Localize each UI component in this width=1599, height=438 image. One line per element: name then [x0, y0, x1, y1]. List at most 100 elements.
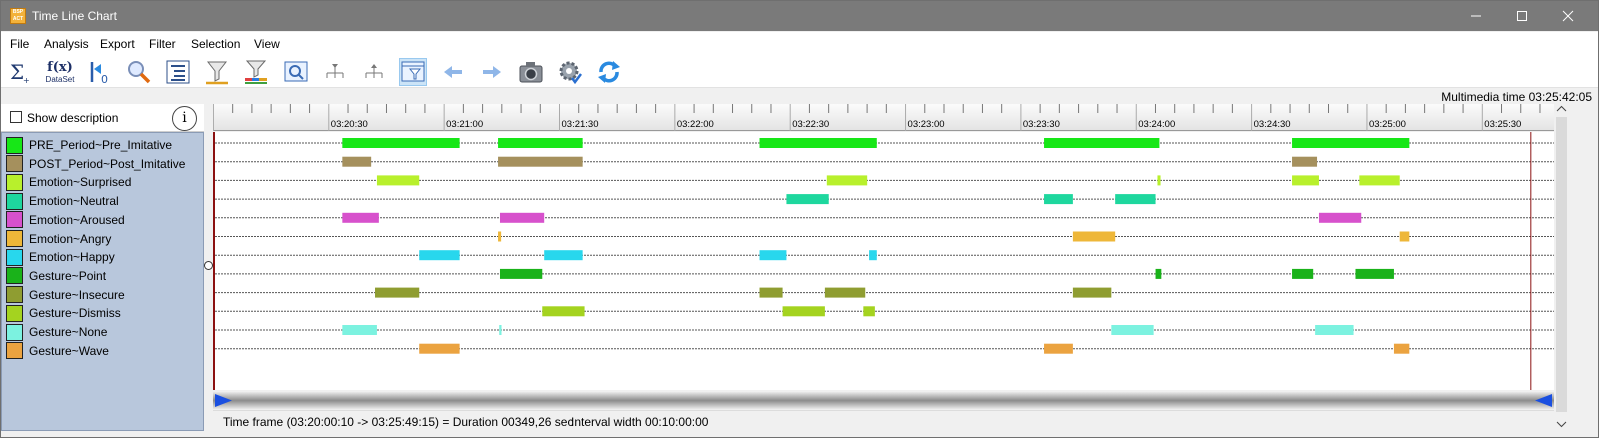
dataset-function-button[interactable]: f(x) DataSet: [45, 58, 75, 86]
status-bar: Time frame (03:20:00:10 -> 03:25:49:15) …: [213, 410, 1554, 431]
legend-swatch: [6, 230, 23, 247]
tree-list-button[interactable]: [164, 58, 192, 86]
event-bar: [869, 250, 877, 261]
event-bar: [1292, 138, 1410, 148]
event-bar: [782, 306, 825, 317]
time-scrollbar[interactable]: [213, 391, 1554, 410]
info-button[interactable]: i: [172, 106, 197, 131]
maximize-icon: [1517, 11, 1527, 21]
next-button[interactable]: [478, 58, 506, 86]
legend-item[interactable]: Gesture~Wave: [6, 342, 109, 360]
legend-swatch: [6, 136, 23, 154]
left-panel: Show description i PRE_Period~Pre_Imitat…: [1, 104, 204, 431]
menu-export[interactable]: Export: [100, 37, 135, 51]
legend-item[interactable]: Emotion~Aroused: [6, 211, 125, 229]
legend-swatch: [6, 173, 23, 191]
legend-swatch: [6, 192, 23, 210]
statistics-icon: Σ+: [10, 60, 30, 85]
legend-label: PRE_Period~Pre_Imitative: [29, 138, 173, 152]
tree-expand-icon: [365, 64, 383, 78]
show-description-label[interactable]: Show description: [27, 111, 118, 125]
timeline-plot[interactable]: [213, 132, 1554, 390]
legend-item[interactable]: Gesture~None: [6, 323, 107, 341]
legend-item[interactable]: PRE_Period~Pre_Imitative: [6, 136, 172, 154]
statistics-button[interactable]: Σ +: [7, 58, 35, 86]
go-to-start-button[interactable]: 0: [86, 58, 114, 86]
ruler-tick-label: 03:22:30: [792, 119, 829, 130]
filter-view-icon: [401, 61, 425, 82]
svg-text:+: +: [23, 76, 30, 85]
zoom-button[interactable]: [125, 58, 153, 86]
filter-colors-icon: [245, 60, 267, 84]
scroll-thumb: [1556, 117, 1567, 412]
event-bar: [342, 138, 460, 148]
dataset-function-icon: f(x): [47, 59, 73, 75]
filter-colors-button[interactable]: [242, 58, 270, 86]
menu-file[interactable]: File: [10, 37, 29, 51]
menu-selection[interactable]: Selection: [191, 37, 240, 51]
event-bar: [1072, 287, 1112, 298]
timeline-chart: 03:20:30 03:21:00 03:21:30 03:22:00 03:22:30…: [213, 104, 1554, 410]
legend-swatch: [6, 342, 23, 360]
legend-item[interactable]: Emotion~Neutral: [6, 192, 119, 210]
dataset-label: DataSet: [45, 74, 75, 84]
legend-label: Gesture~Insecure: [29, 287, 125, 302]
legend-item[interactable]: Gesture~Dismiss: [6, 304, 121, 322]
legend-label: POST_Period~Post_Imitative: [29, 156, 186, 171]
legend-item[interactable]: Gesture~Insecure: [6, 286, 125, 304]
legend-label: Emotion~Surprised: [29, 175, 132, 190]
filter-button[interactable]: [203, 58, 231, 86]
event-bar: [1044, 194, 1073, 205]
event-bar: [499, 268, 543, 279]
legend-item[interactable]: Emotion~Surprised: [6, 173, 131, 191]
event-bar: [1044, 343, 1073, 354]
close-button[interactable]: [1545, 1, 1591, 31]
event-bar: [544, 250, 583, 261]
legend-swatch: [6, 155, 23, 173]
menu-view[interactable]: View: [254, 37, 280, 51]
svg-text:0: 0: [101, 73, 108, 85]
legend-item[interactable]: POST_Period~Post_Imitative: [6, 155, 185, 173]
minimize-button[interactable]: [1453, 1, 1499, 31]
ruler-tick-label: 03:24:30: [1254, 119, 1291, 130]
event-bar: [786, 194, 829, 205]
menu-analysis[interactable]: Analysis: [44, 37, 89, 51]
tree-collapse-icon: [326, 64, 344, 78]
event-bar: [1399, 231, 1410, 242]
legend-label: Gesture~Wave: [29, 343, 109, 358]
legend-item[interactable]: Emotion~Happy: [6, 248, 115, 266]
show-description-checkbox[interactable]: [10, 111, 22, 123]
info-icon: i: [182, 110, 187, 126]
legend-swatch: [6, 267, 23, 285]
vertical-scrollbar[interactable]: [1554, 104, 1569, 431]
legend-swatch: [6, 304, 23, 322]
menu-filter[interactable]: Filter: [149, 37, 176, 51]
maximize-button[interactable]: [1499, 1, 1545, 31]
event-bar: [1393, 343, 1410, 354]
event-bar: [419, 343, 460, 354]
tree-collapse-button[interactable]: [321, 58, 349, 86]
close-icon: [1562, 10, 1574, 22]
splitter-handle[interactable]: [204, 261, 213, 270]
event-bar: [1044, 138, 1160, 148]
ruler-tick-label: 03:23:30: [1023, 119, 1060, 130]
legend-label: Emotion~Neutral: [29, 194, 119, 209]
event-bar: [759, 287, 783, 298]
previous-button[interactable]: [439, 58, 467, 86]
event-bar: [826, 175, 868, 186]
scroll-start-handle-icon: [215, 394, 232, 407]
legend-item[interactable]: Emotion~Angry: [6, 230, 111, 248]
legend-label: Gesture~Dismiss: [29, 306, 121, 321]
legend-item[interactable]: Gesture~Point: [6, 267, 106, 285]
go-to-start-icon: 0: [90, 62, 108, 85]
snapshot-button[interactable]: [517, 58, 545, 86]
ruler-tick-label: 03:24:00: [1138, 119, 1175, 130]
tree-expand-button[interactable]: [360, 58, 388, 86]
filter-view-button[interactable]: [399, 58, 427, 86]
event-bar: [419, 250, 460, 261]
refresh-button[interactable]: [595, 58, 623, 86]
settings-button[interactable]: [556, 58, 584, 86]
event-bar: [499, 325, 502, 335]
search-window-button[interactable]: [282, 58, 310, 86]
event-bar: [824, 287, 866, 298]
